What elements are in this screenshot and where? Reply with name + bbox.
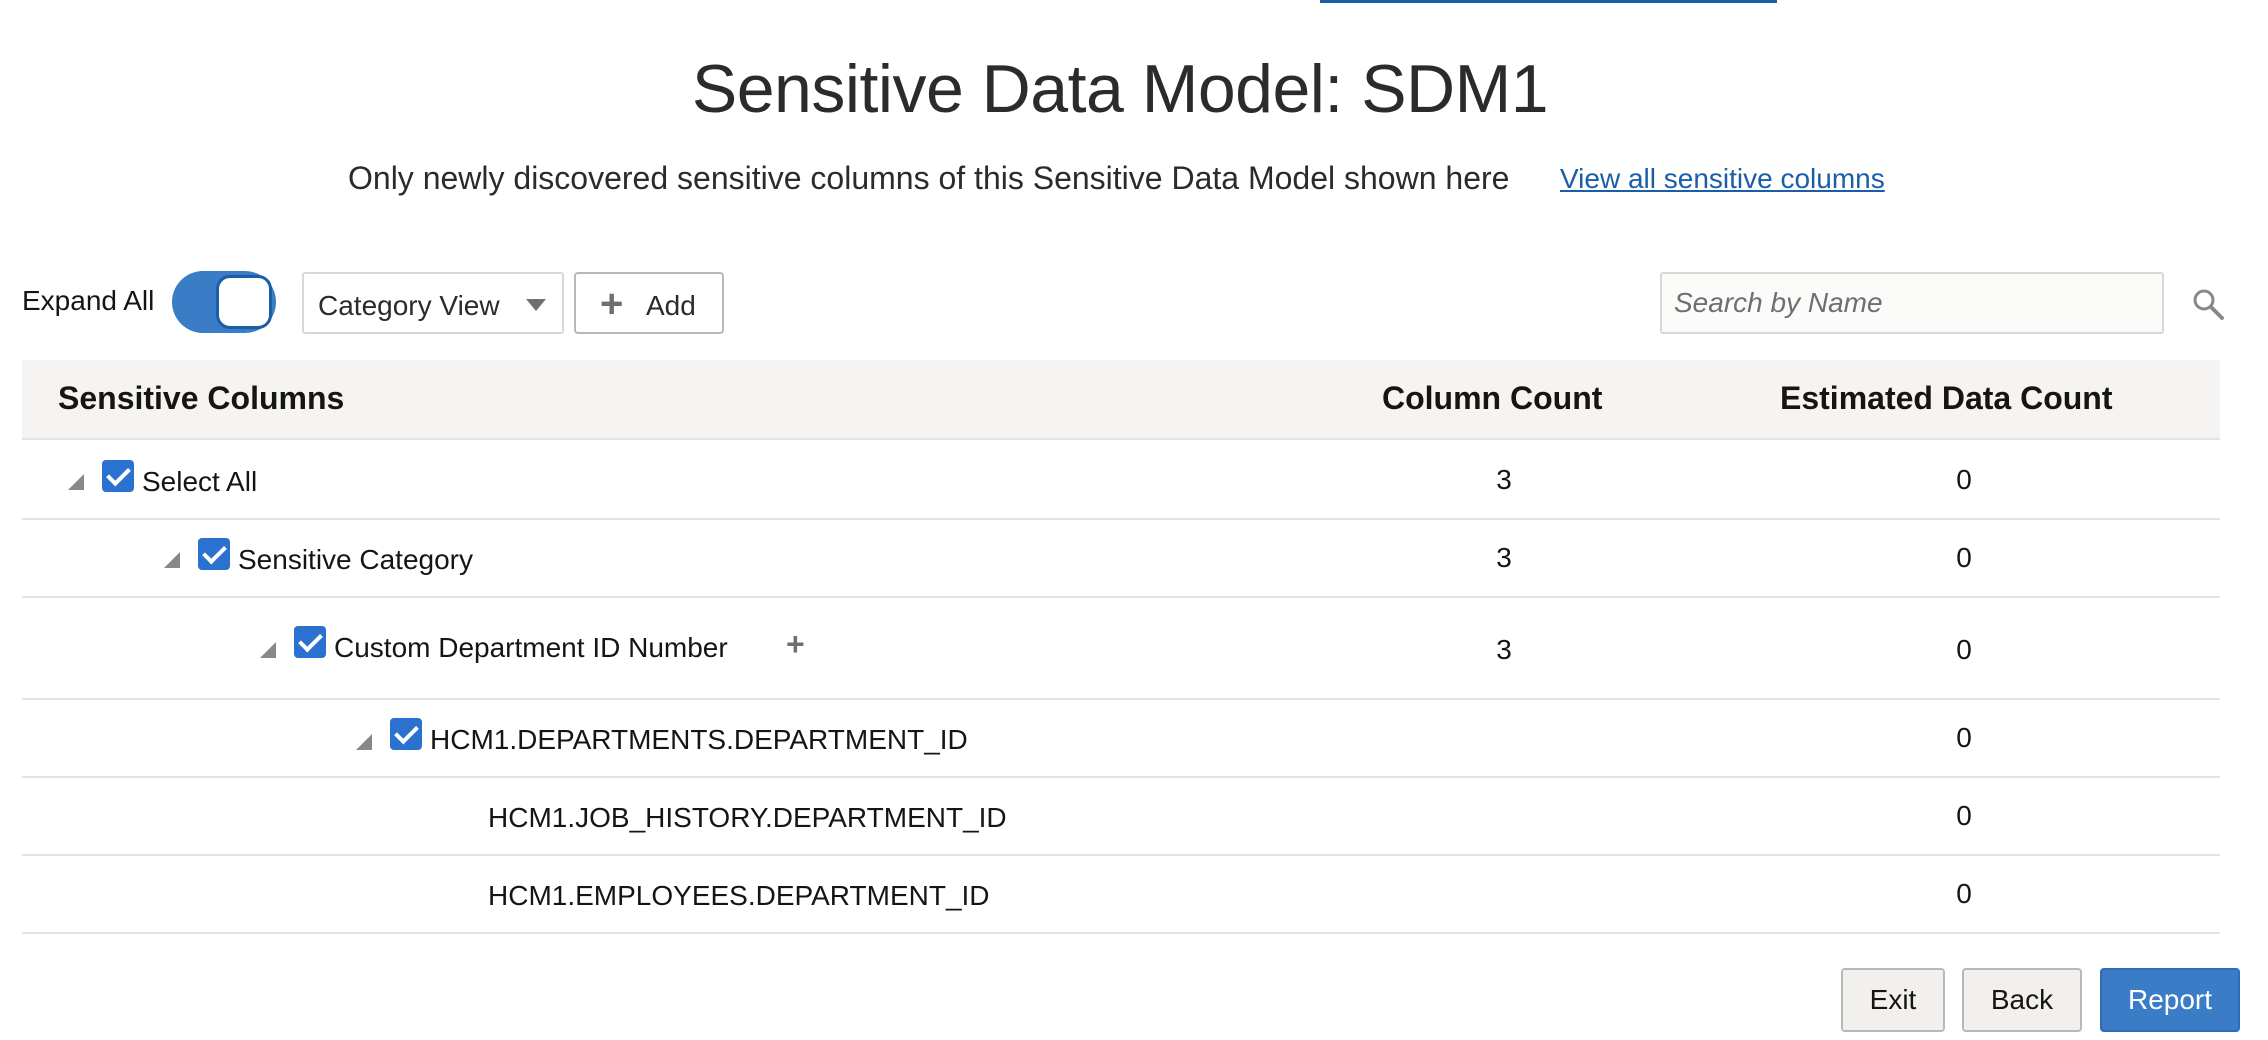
- table-row: HCM1.EMPLOYEES.DEPARTMENT_ID 0: [22, 856, 2220, 934]
- table-row: Select All 3 0: [22, 440, 2220, 520]
- table-row: HCM1.JOB_HISTORY.DEPARTMENT_ID 0: [22, 778, 2220, 856]
- header-sensitive-columns: Sensitive Columns: [58, 380, 345, 416]
- expand-all-label: Expand All: [22, 285, 155, 316]
- table-row: HCM1.DEPARTMENTS.DEPARTMENT_ID 0: [22, 700, 2220, 778]
- checkbox-sensitive-category[interactable]: [198, 538, 230, 570]
- page-title: Sensitive Data Model: SDM1: [691, 51, 1549, 127]
- plus-icon: +: [600, 282, 624, 326]
- search-icon[interactable]: [2190, 286, 2226, 322]
- add-column-plus-icon[interactable]: +: [786, 626, 805, 663]
- view-select[interactable]: Category View: [302, 272, 564, 334]
- row-estimated-data-count: 0: [1956, 878, 1972, 909]
- toggle-knob: [216, 275, 272, 329]
- table-header: Sensitive Columns Column Count Estimated…: [22, 360, 2220, 440]
- checkbox-custom-department-id-number[interactable]: [294, 626, 326, 658]
- exit-button[interactable]: Exit: [1841, 968, 1945, 1032]
- header-column-count: Column Count: [1382, 380, 1603, 416]
- add-button[interactable]: + Add: [574, 272, 724, 334]
- back-button[interactable]: Back: [1962, 968, 2082, 1032]
- row-label: HCM1.EMPLOYEES.DEPARTMENT_ID: [488, 880, 990, 911]
- row-label: Select All: [142, 466, 258, 497]
- view-all-sensitive-columns-link[interactable]: View all sensitive columns: [1560, 163, 1885, 195]
- row-label: Sensitive Category: [238, 544, 474, 575]
- row-estimated-data-count: 0: [1956, 800, 1972, 831]
- sensitive-columns-table: Sensitive Columns Column Count Estimated…: [22, 360, 2220, 934]
- view-select-value: Category View: [318, 290, 500, 321]
- add-button-label: Add: [646, 290, 696, 321]
- row-column-count: 3: [1496, 634, 1512, 665]
- row-label: HCM1.DEPARTMENTS.DEPARTMENT_ID: [430, 724, 968, 755]
- checkbox-departments-department-id[interactable]: [390, 718, 422, 750]
- search-input[interactable]: [1660, 272, 2164, 334]
- expand-triangle-icon[interactable]: [356, 734, 372, 750]
- row-estimated-data-count: 0: [1956, 722, 1972, 753]
- table-row: Sensitive Category 3 0: [22, 520, 2220, 598]
- row-column-count: 3: [1496, 464, 1512, 495]
- row-label: Custom Department ID Number: [334, 632, 728, 663]
- expand-triangle-icon[interactable]: [260, 642, 276, 658]
- row-estimated-data-count: 0: [1956, 542, 1972, 573]
- checkbox-select-all[interactable]: [102, 460, 134, 492]
- report-button[interactable]: Report: [2100, 968, 2240, 1032]
- expand-all-toggle[interactable]: [172, 271, 276, 333]
- header-estimated-data-count: Estimated Data Count: [1780, 380, 2113, 416]
- active-tab-indicator: [1320, 0, 1777, 3]
- expand-triangle-icon[interactable]: [68, 474, 84, 490]
- page-subtitle: Only newly discovered sensitive columns …: [348, 160, 1510, 196]
- row-estimated-data-count: 0: [1956, 634, 1972, 665]
- table-row: Custom Department ID Number + 3 0: [22, 598, 2220, 700]
- row-column-count: 3: [1496, 542, 1512, 573]
- chevron-down-icon: [526, 299, 546, 311]
- row-estimated-data-count: 0: [1956, 464, 1972, 495]
- row-label: HCM1.JOB_HISTORY.DEPARTMENT_ID: [488, 802, 1007, 833]
- expand-triangle-icon[interactable]: [164, 552, 180, 568]
